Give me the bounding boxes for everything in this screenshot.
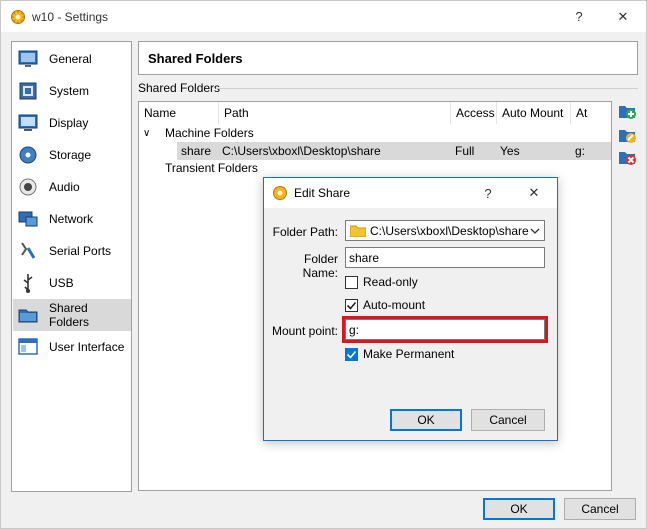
group-label: Shared Folders <box>138 81 221 95</box>
virtualbox-app-icon <box>273 186 287 200</box>
edit-folder-icon[interactable] <box>617 125 637 145</box>
dialog-cancel-button[interactable]: Cancel <box>471 409 545 431</box>
checkmark-icon <box>346 350 357 359</box>
folder-icon <box>350 225 366 237</box>
user-interface-icon <box>18 338 38 355</box>
dialog-close-button[interactable]: ✕ <box>512 178 556 208</box>
chevron-down-icon <box>530 228 540 234</box>
storage-icon <box>19 146 37 164</box>
checkbox-box <box>345 347 358 361</box>
sidebar-item-label: Shared Folders <box>48 301 89 329</box>
table-row[interactable]: share C:\Users\xboxl\Desktop\share Full … <box>177 142 611 160</box>
display-icon <box>18 114 38 131</box>
mount-point-highlight <box>342 316 548 343</box>
sidebar-item-system[interactable]: System <box>13 75 131 107</box>
sidebar-item-label: System <box>49 84 90 98</box>
row-access: Full <box>455 144 475 158</box>
title-bar: w10 - Settings ? ✕ <box>1 1 646 32</box>
sidebar-item-label: User Interface <box>49 340 125 354</box>
row-at: g: <box>575 144 586 158</box>
column-header-access[interactable]: Access <box>451 102 497 124</box>
checkbox-box <box>345 275 358 289</box>
page-title: Shared Folders <box>138 41 638 75</box>
row-name: share <box>181 144 212 158</box>
window-title: w10 - Settings <box>32 9 109 24</box>
checkbox-box <box>345 298 358 312</box>
sidebar-item-usb[interactable]: USB <box>13 267 131 299</box>
read-only-checkbox[interactable]: Read-only <box>345 275 418 289</box>
dialog-help-button[interactable]: ? <box>466 178 510 208</box>
group-divider <box>216 88 638 89</box>
dialog-title: Edit Share <box>294 186 351 200</box>
system-icon <box>19 82 37 100</box>
sidebar-item-network[interactable]: Network <box>13 203 131 235</box>
virtualbox-app-icon <box>11 9 25 24</box>
folder-path-value: C:\Users\xboxl\Desktop\share <box>370 223 529 238</box>
sidebar-item-label: Storage <box>49 148 92 162</box>
serial-ports-icon <box>21 242 36 259</box>
edit-share-dialog: Edit Share ? ✕ Folder Path: C:\Users\xbo… <box>263 177 558 441</box>
mount-point-label: Mount point: <box>271 324 338 338</box>
sidebar-item-storage[interactable]: Storage <box>13 139 131 171</box>
help-icon: ? <box>575 9 583 24</box>
make-permanent-checkbox[interactable]: Make Permanent <box>345 347 454 361</box>
column-header-path[interactable]: Path <box>219 102 451 124</box>
sidebar-item-audio[interactable]: Audio <box>13 171 131 203</box>
folder-path-label: Folder Path: <box>272 225 338 239</box>
column-header-name[interactable]: Name <box>139 102 219 124</box>
dialog-ok-button[interactable]: OK <box>390 409 462 431</box>
page-title-text: Shared Folders <box>148 50 243 66</box>
close-icon: ✕ <box>528 185 540 200</box>
audio-icon <box>19 178 37 196</box>
column-header-auto-mount[interactable]: Auto Mount <box>497 102 571 124</box>
ok-button[interactable]: OK <box>483 498 555 520</box>
add-folder-icon[interactable] <box>617 101 637 121</box>
sidebar-item-label: Network <box>49 212 94 226</box>
close-button[interactable]: ✕ <box>600 1 646 32</box>
folder-name-input[interactable]: share <box>345 247 545 268</box>
auto-mount-checkbox[interactable]: Auto-mount <box>345 298 425 312</box>
transient-folders-label: Transient Folders <box>165 161 258 175</box>
usb-icon <box>23 274 33 293</box>
sidebar-item-label: USB <box>49 276 74 290</box>
help-icon: ? <box>484 185 492 201</box>
sidebar-item-general[interactable]: General <box>13 43 131 75</box>
sidebar-item-label: Audio <box>49 180 80 194</box>
sidebar-item-label: Serial Ports <box>49 244 112 258</box>
transient-folders-group[interactable]: Transient Folders <box>165 159 258 177</box>
folder-name-label: Folder Name: <box>302 252 338 280</box>
settings-sidebar: General System Display Storage Audio Net… <box>11 41 132 492</box>
sidebar-item-label: General <box>49 52 92 66</box>
folder-path-select[interactable]: C:\Users\xboxl\Desktop\share <box>345 220 545 241</box>
general-icon <box>18 50 38 67</box>
chevron-down-icon[interactable]: ∨ <box>143 128 161 139</box>
dialog-title-bar: Edit Share ? ✕ <box>264 178 557 208</box>
machine-folders-label: Machine Folders <box>165 126 254 140</box>
column-header-at[interactable]: At <box>571 102 611 124</box>
sidebar-item-label: Display <box>49 116 89 130</box>
close-icon: ✕ <box>617 8 629 24</box>
row-path: C:\Users\xboxl\Desktop\share <box>222 144 381 158</box>
checkmark-icon <box>346 301 357 310</box>
sidebar-item-shared-folders[interactable]: Shared Folders <box>13 299 131 331</box>
sidebar-item-user-interface[interactable]: User Interface <box>13 331 131 363</box>
network-icon <box>18 211 38 227</box>
machine-folders-group[interactable]: ∨ Machine Folders <box>143 124 254 142</box>
sidebar-item-serial-ports[interactable]: Serial Ports <box>13 235 131 267</box>
cancel-button[interactable]: Cancel <box>564 498 636 520</box>
help-button[interactable]: ? <box>556 1 602 32</box>
sidebar-item-display[interactable]: Display <box>13 107 131 139</box>
row-auto-mount: Yes <box>500 144 520 158</box>
remove-folder-icon[interactable] <box>617 147 637 167</box>
shared-folders-icon <box>18 309 38 323</box>
